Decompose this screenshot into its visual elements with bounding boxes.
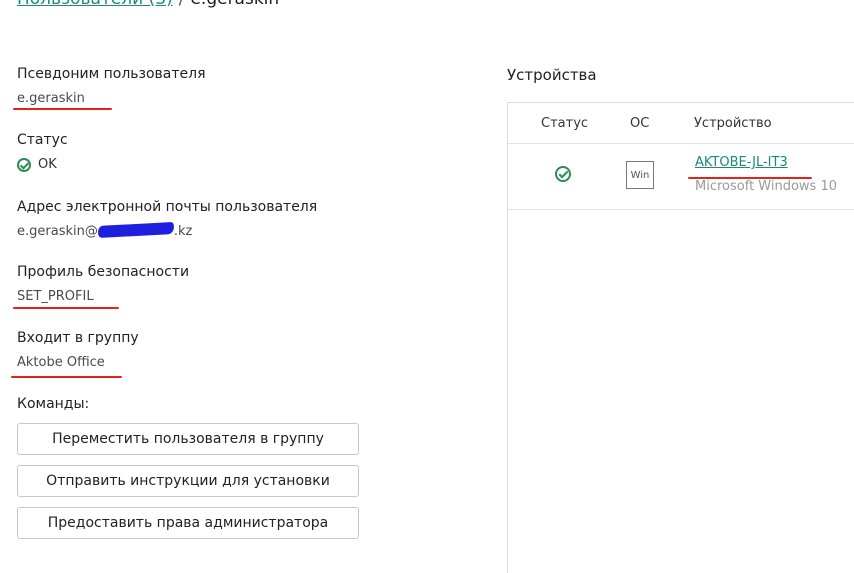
email-prefix: e.geraskin@ (17, 224, 98, 239)
windows-os-icon: Win (626, 161, 654, 189)
annotation-underline (13, 307, 119, 309)
device-link[interactable]: AKTOBE-JL-IT3 (695, 155, 788, 170)
breadcrumb: Пользователи (3) / e.geraskin (17, 0, 279, 10)
annotation-underline (13, 108, 112, 110)
column-header-device[interactable]: Устройство (694, 116, 772, 131)
column-header-os[interactable]: ОС (630, 116, 649, 131)
email-label: Адрес электронной почты пользователя (17, 199, 318, 215)
check-circle-icon (17, 157, 31, 172)
devices-title: Устройства (507, 66, 597, 84)
send-install-instructions-button[interactable]: Отправить инструкции для установки (17, 465, 359, 497)
status-label: Статус (17, 132, 68, 148)
group-value: Aktobe Office (17, 355, 105, 370)
user-details-page: Пользователи (3) / e.geraskin Псевдоним по… (0, 0, 854, 573)
breadcrumb-users-link[interactable]: Пользователи (3) (17, 0, 173, 9)
device-os-name: Microsoft Windows 10 (695, 179, 837, 194)
email-suffix: .kz (173, 224, 193, 239)
alias-label: Псевдоним пользователя (17, 66, 206, 82)
security-profile-value: SET_PROFIL (17, 289, 94, 304)
column-header-status[interactable]: Статус (541, 116, 588, 131)
devices-table: Статус ОС Устройство Win AKTOBE-JL-IT3 M… (507, 102, 854, 573)
alias-value: e.geraskin (17, 91, 85, 106)
status-value: OK (38, 157, 57, 172)
commands-label: Команды: (17, 396, 90, 412)
check-circle-icon (555, 166, 571, 182)
status-row: OK (17, 157, 57, 172)
row-divider (508, 209, 854, 210)
move-to-group-button[interactable]: Переместить пользователя в группу (17, 423, 359, 455)
email-value: e.geraskin@ .kz (17, 222, 193, 239)
grant-admin-rights-button[interactable]: Предоставить права администратора (17, 507, 359, 539)
redaction-mark (97, 222, 175, 238)
security-profile-label: Профиль безопасности (17, 264, 190, 280)
breadcrumb-current: e.geraskin (190, 0, 279, 9)
header-divider (508, 143, 854, 144)
group-label: Входит в группу (17, 330, 139, 346)
breadcrumb-separator: / (179, 0, 185, 9)
annotation-underline (11, 376, 122, 378)
